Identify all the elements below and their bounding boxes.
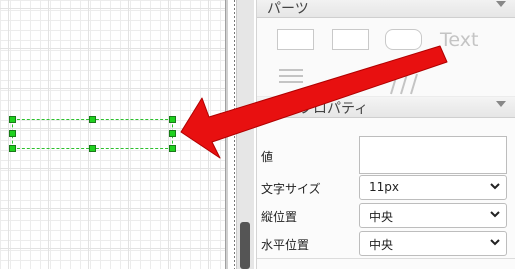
collapse-arrow-icon[interactable] (496, 1, 506, 7)
panel-divider[interactable] (225, 0, 228, 269)
rectangle-shape[interactable] (277, 29, 314, 50)
resize-handle-tr[interactable] (169, 116, 176, 123)
value-label: 値 (261, 150, 274, 164)
horizontal-align-value: 中央 (369, 238, 394, 252)
scrollbar-thumb[interactable] (240, 222, 250, 269)
panel-bottom-border (257, 258, 515, 259)
font-size-value: 11px (369, 180, 399, 194)
resize-handle-tl[interactable] (9, 116, 16, 123)
resize-handle-mr[interactable] (169, 130, 176, 137)
vertical-align-label: 縦位置 (261, 210, 298, 224)
rounded-rectangle-shape[interactable] (385, 29, 422, 50)
resize-handle-bl[interactable] (9, 145, 16, 152)
document-shape-icon[interactable] (277, 66, 307, 96)
vertical-align-value: 中央 (369, 210, 394, 224)
chevron-down-icon (490, 239, 500, 246)
horizontal-align-select[interactable]: 中央 (359, 231, 507, 256)
properties-section-header[interactable]: プロパティ (257, 96, 515, 118)
value-input[interactable] (359, 136, 507, 174)
properties-section-title: プロパティ (299, 101, 369, 117)
resize-handle-bm[interactable] (89, 145, 96, 152)
font-size-select[interactable]: 11px (359, 175, 507, 200)
parts-section-header[interactable]: パーツ (257, 0, 515, 18)
diagram-canvas[interactable] (0, 0, 225, 269)
rectangle-shape-2[interactable] (332, 29, 369, 50)
text-shape[interactable]: Text (440, 29, 478, 51)
parts-palette: Text (257, 18, 515, 98)
resize-handle-tm[interactable] (89, 116, 96, 123)
chevron-down-icon (490, 211, 500, 218)
scroll-guide (234, 0, 235, 269)
collapse-arrow-icon[interactable] (496, 101, 506, 107)
chevron-down-icon (490, 183, 500, 190)
side-panel: パーツ Text プロパティ 値 文字サイズ 11px 縦位置 中央 水平位置 … (256, 0, 515, 269)
connector-shape-icon[interactable] (387, 68, 427, 98)
font-size-label: 文字サイズ (261, 182, 321, 196)
parts-section-title: パーツ (267, 1, 309, 17)
resize-handle-ml[interactable] (9, 130, 16, 137)
resize-handle-br[interactable] (169, 145, 176, 152)
vertical-align-select[interactable]: 中央 (359, 203, 507, 228)
horizontal-align-label: 水平位置 (261, 238, 310, 252)
